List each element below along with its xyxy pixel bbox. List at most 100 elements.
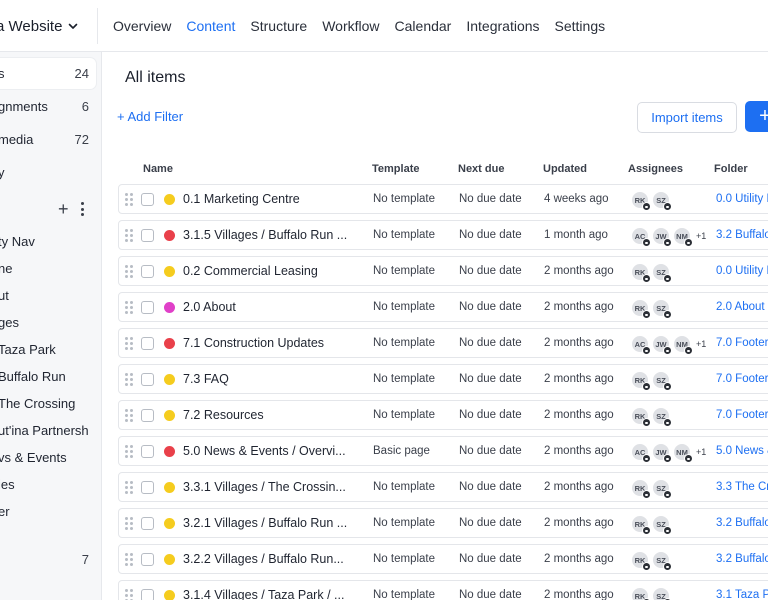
row-checkbox[interactable] — [141, 301, 154, 314]
table-row[interactable]: 3.2.1 Villages / Buffalo Run ... No templ… — [118, 508, 768, 538]
add-item-button[interactable]: + — [745, 101, 768, 132]
row-checkbox[interactable] — [141, 445, 154, 458]
item-name-link[interactable]: 7.2 Resources — [183, 408, 264, 422]
item-assignees[interactable]: AC JW NM +1 — [631, 226, 706, 247]
item-assignees[interactable]: RK SZ — [631, 550, 673, 571]
add-filter-button[interactable]: + Add Filter — [117, 109, 183, 124]
item-folder-link[interactable]: 3.2 Buffalo — [716, 229, 768, 241]
row-checkbox[interactable] — [141, 481, 154, 494]
drag-handle-icon[interactable] — [125, 589, 133, 600]
drag-handle-icon[interactable] — [125, 553, 133, 566]
folder-item[interactable]: Buffalo Run — [0, 363, 100, 390]
item-assignees[interactable]: RK SZ — [631, 370, 673, 391]
item-name-link[interactable]: 3.1.5 Villages / Buffalo Run ... — [183, 228, 347, 242]
item-assignees[interactable]: RK SZ — [631, 406, 673, 427]
drag-handle-icon[interactable] — [125, 265, 133, 278]
column-header-folder[interactable]: Folder — [714, 163, 748, 175]
folder-item[interactable]: ut — [0, 282, 100, 309]
folder-item[interactable]: ne — [0, 255, 100, 282]
item-folder-link[interactable]: 7.0 Footer — [716, 337, 768, 349]
sidebar-item-assignments[interactable]: gnments 6 — [0, 91, 96, 122]
table-row[interactable]: 3.2.2 Villages / Buffalo Run... No templa… — [118, 544, 768, 574]
table-row[interactable]: 5.0 News & Events / Overvi... Basic page N… — [118, 436, 768, 466]
table-row[interactable]: 7.1 Construction Updates No template No du… — [118, 328, 768, 358]
tab-calendar[interactable]: Calendar — [395, 18, 452, 34]
item-assignees[interactable]: RK SZ — [631, 514, 673, 535]
folder-item[interactable]: er — [0, 498, 100, 525]
tab-settings[interactable]: Settings — [555, 18, 606, 34]
item-assignees[interactable]: RK SZ — [631, 298, 673, 319]
table-row[interactable]: 3.1.4 Villages / Taza Park / ... No templ… — [118, 580, 768, 600]
drag-handle-icon[interactable] — [125, 481, 133, 494]
table-row[interactable]: 3.3.1 Villages / The Crossin... No templa… — [118, 472, 768, 502]
row-checkbox[interactable] — [141, 517, 154, 530]
more-vertical-icon[interactable] — [81, 202, 85, 216]
item-assignees[interactable]: AC JW NM +1 — [631, 442, 706, 463]
site-switcher[interactable]: a Website — [0, 0, 94, 52]
drag-handle-icon[interactable] — [125, 229, 133, 242]
folder-item[interactable]: The Crossing — [0, 390, 100, 417]
import-items-button[interactable]: Import items — [637, 102, 737, 133]
column-header-assignees[interactable]: Assignees — [628, 163, 683, 175]
sidebar-item-other[interactable]: y — [0, 157, 96, 188]
item-name-link[interactable]: 2.0 About — [183, 300, 236, 314]
item-assignees[interactable]: AC JW NM +1 — [631, 334, 706, 355]
item-folder-link[interactable]: 3.2 Buffalo — [716, 553, 768, 565]
column-header-next-due[interactable]: Next due — [458, 163, 504, 175]
item-folder-link[interactable]: 7.0 Footer — [716, 373, 768, 385]
item-name-link[interactable]: 0.2 Commercial Leasing — [183, 264, 318, 278]
tab-overview[interactable]: Overview — [113, 18, 171, 34]
drag-handle-icon[interactable] — [125, 373, 133, 386]
row-checkbox[interactable] — [141, 409, 154, 422]
item-folder-link[interactable]: 0.0 Utility N — [716, 193, 768, 205]
item-folder-link[interactable]: 0.0 Utility N — [716, 265, 768, 277]
item-name-link[interactable]: 3.3.1 Villages / The Crossin... — [183, 480, 346, 494]
item-folder-link[interactable]: 7.0 Footer — [716, 409, 768, 421]
tab-structure[interactable]: Structure — [250, 18, 307, 34]
drag-handle-icon[interactable] — [125, 445, 133, 458]
table-row[interactable]: 2.0 About No template No due date 2 months … — [118, 292, 768, 322]
row-checkbox[interactable] — [141, 337, 154, 350]
column-header-template[interactable]: Template — [372, 163, 419, 175]
drag-handle-icon[interactable] — [125, 193, 133, 206]
table-row[interactable]: 7.3 FAQ No template No due date 2 months ag… — [118, 364, 768, 394]
row-checkbox[interactable] — [141, 373, 154, 386]
item-folder-link[interactable]: 2.0 About — [716, 301, 765, 313]
drag-handle-icon[interactable] — [125, 517, 133, 530]
item-name-link[interactable]: 7.3 FAQ — [183, 372, 229, 386]
item-name-link[interactable]: 7.1 Construction Updates — [183, 336, 324, 350]
table-row[interactable]: 0.1 Marketing Centre No template No due da… — [118, 184, 768, 214]
item-folder-link[interactable]: 3.3 The Cro — [716, 481, 768, 493]
item-name-link[interactable]: 3.2.2 Villages / Buffalo Run... — [183, 552, 344, 566]
item-assignees[interactable]: RK SZ — [631, 586, 673, 600]
sidebar-item-all-items[interactable]: s 24 — [0, 58, 96, 89]
item-folder-link[interactable]: 5.0 News & — [716, 445, 768, 457]
folder-item[interactable]: ty Nav — [0, 228, 100, 255]
drag-handle-icon[interactable] — [125, 301, 133, 314]
folder-item[interactable]: vs & Events — [0, 444, 100, 471]
drag-handle-icon[interactable] — [125, 409, 133, 422]
sidebar-item-media[interactable]: media 72 — [0, 124, 96, 155]
item-folder-link[interactable]: 3.1 Taza Pa — [716, 589, 768, 600]
table-row[interactable]: 7.2 Resources No template No due date 2 mon… — [118, 400, 768, 430]
row-checkbox[interactable] — [141, 553, 154, 566]
add-folder-icon[interactable]: + — [58, 200, 69, 218]
row-checkbox[interactable] — [141, 589, 154, 600]
drag-handle-icon[interactable] — [125, 337, 133, 350]
folder-item[interactable]: ies — [0, 471, 100, 498]
table-row[interactable]: 3.1.5 Villages / Buffalo Run ... No templ… — [118, 220, 768, 250]
table-row[interactable]: 0.2 Commercial Leasing No template No due … — [118, 256, 768, 286]
column-header-updated[interactable]: Updated — [543, 163, 587, 175]
item-assignees[interactable]: RK SZ — [631, 478, 673, 499]
item-assignees[interactable]: RK SZ — [631, 190, 673, 211]
folder-item[interactable]: ut'ina Partnersh — [0, 417, 100, 444]
item-name-link[interactable]: 3.1.4 Villages / Taza Park / ... — [183, 588, 344, 600]
tab-integrations[interactable]: Integrations — [466, 18, 539, 34]
item-name-link[interactable]: 5.0 News & Events / Overvi... — [183, 444, 346, 458]
row-checkbox[interactable] — [141, 265, 154, 278]
row-checkbox[interactable] — [141, 229, 154, 242]
tab-content[interactable]: Content — [186, 18, 235, 34]
folder-item[interactable]: ges — [0, 309, 100, 336]
item-assignees[interactable]: RK SZ — [631, 262, 673, 283]
item-name-link[interactable]: 0.1 Marketing Centre — [183, 192, 300, 206]
